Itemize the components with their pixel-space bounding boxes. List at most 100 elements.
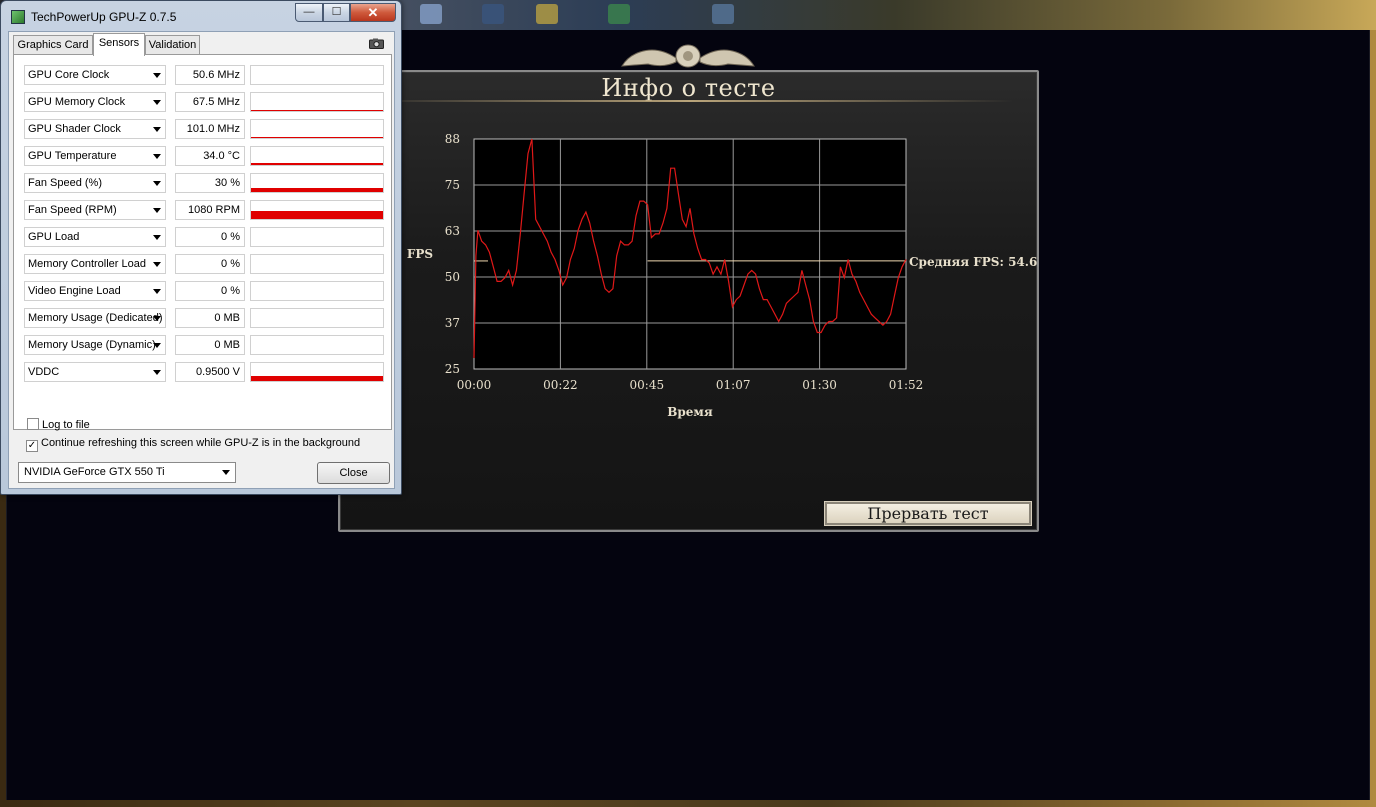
chevron-down-icon <box>153 316 161 321</box>
sensor-row: Fan Speed (RPM) 1080 RPM <box>20 200 388 220</box>
sensor-graph-fill <box>251 211 383 219</box>
minimize-icon: — <box>303 6 315 18</box>
sensor-row: GPU Shader Clock 101.0 MHz <box>20 119 388 139</box>
sensor-name: Fan Speed (RPM) <box>28 204 117 216</box>
ornament-icon <box>621 44 755 68</box>
sensor-name-dropdown[interactable]: Memory Controller Load <box>24 254 166 274</box>
gpuz-body: Graphics Card Sensors Validation GPU Cor… <box>8 31 395 489</box>
y-tick-label: 37 <box>445 316 460 330</box>
sensor-row: VDDC 0.9500 V <box>20 362 388 382</box>
sensor-name-dropdown[interactable]: GPU Shader Clock <box>24 119 166 139</box>
sensor-row: Fan Speed (%) 30 % <box>20 173 388 193</box>
close-button[interactable]: Close <box>317 462 390 484</box>
chevron-down-icon <box>153 262 161 267</box>
sensor-value: 1080 RPM <box>175 200 245 220</box>
continue-refreshing-checkbox[interactable]: ✓ Continue refreshing this screen while G… <box>26 437 360 452</box>
tab-sensors[interactable]: Sensors <box>93 33 145 56</box>
sensors-panel: GPU Core Clock 50.6 MHz GPU Memory Clock 67… <box>13 54 392 431</box>
sensor-row: Memory Usage (Dynamic) 0 MB <box>20 335 388 355</box>
sensor-value: 34.0 °C <box>175 146 245 166</box>
x-tick-label: 00:22 <box>543 378 578 392</box>
sensor-name: Video Engine Load <box>28 285 121 297</box>
sensor-name-dropdown[interactable]: Fan Speed (%) <box>24 173 166 193</box>
x-tick-label: 00:45 <box>630 378 665 392</box>
sensor-name: GPU Temperature <box>28 150 117 162</box>
sensor-name: GPU Core Clock <box>28 69 110 81</box>
sensor-value: 30 % <box>175 173 245 193</box>
sensor-graph <box>250 200 384 220</box>
desktop-icon[interactable] <box>608 4 630 24</box>
gpu-select-dropdown[interactable]: NVIDIA GeForce GTX 550 Ti <box>18 462 236 483</box>
sensor-name-dropdown[interactable]: VDDC <box>24 362 166 382</box>
sensor-value: 50.6 MHz <box>175 65 245 85</box>
sensor-name-dropdown[interactable]: GPU Memory Clock <box>24 92 166 112</box>
y-axis-label: FPS <box>407 247 433 261</box>
sensor-graph-fill <box>251 163 383 165</box>
continue-refreshing-label: Continue refreshing this screen while GP… <box>41 437 361 449</box>
desktop-icon[interactable] <box>536 4 558 24</box>
sensor-graph <box>250 65 384 85</box>
x-tick-label: 01:30 <box>802 378 837 392</box>
sensor-value: 0 % <box>175 227 245 247</box>
abort-test-button[interactable]: Прервать тест <box>824 501 1032 526</box>
y-tick-label: 25 <box>445 362 460 376</box>
sensor-graph <box>250 92 384 112</box>
close-icon: ✕ <box>367 5 379 20</box>
tab-graphics-card[interactable]: Graphics Card <box>13 35 93 55</box>
sensor-graph <box>250 227 384 247</box>
sensor-graph <box>250 362 384 382</box>
log-to-file-label: Log to file <box>42 419 90 431</box>
sensor-row: GPU Load 0 % <box>20 227 388 247</box>
maximize-icon: ☐ <box>331 6 342 18</box>
sensor-graph <box>250 146 384 166</box>
sensor-graph <box>250 335 384 355</box>
sensor-graph-fill <box>251 110 383 111</box>
desktop-icon[interactable] <box>420 4 442 24</box>
chevron-down-icon <box>222 470 230 475</box>
checkbox-box[interactable] <box>27 418 39 430</box>
chevron-down-icon <box>153 100 161 105</box>
sensor-name: GPU Memory Clock <box>28 96 126 108</box>
chevron-down-icon <box>153 370 161 375</box>
sensor-name: Fan Speed (%) <box>28 177 102 189</box>
desktop-icon[interactable] <box>712 4 734 24</box>
sensor-name-dropdown[interactable]: GPU Load <box>24 227 166 247</box>
sensor-graph-fill <box>251 188 383 192</box>
gpu-select-value: NVIDIA GeForce GTX 550 Ti <box>24 466 165 478</box>
x-axis-label: Время <box>667 405 713 419</box>
camera-icon[interactable] <box>369 38 384 49</box>
sensor-graph-fill <box>251 376 383 381</box>
sensor-name: VDDC <box>28 366 60 378</box>
y-tick-label: 75 <box>445 178 460 192</box>
y-tick-label: 50 <box>445 270 460 284</box>
chevron-down-icon <box>153 208 161 213</box>
maximize-button[interactable]: ☐ <box>323 3 350 22</box>
minimize-button[interactable]: — <box>295 3 323 22</box>
sensor-name-dropdown[interactable]: GPU Core Clock <box>24 65 166 85</box>
desktop-icon[interactable] <box>482 4 504 24</box>
sensor-value: 0 MB <box>175 308 245 328</box>
chevron-down-icon <box>153 154 161 159</box>
sensor-row: GPU Memory Clock 67.5 MHz <box>20 92 388 112</box>
sensor-name: Memory Controller Load <box>28 258 146 270</box>
chevron-down-icon <box>153 343 161 348</box>
chevron-down-icon <box>153 235 161 240</box>
window-close-button[interactable]: ✕ <box>350 3 396 22</box>
checkbox-checked[interactable]: ✓ <box>26 440 38 452</box>
average-fps-label: Средняя FPS: 54.6 <box>909 255 1037 269</box>
sensor-name-dropdown[interactable]: Fan Speed (RPM) <box>24 200 166 220</box>
sensor-name-dropdown[interactable]: Memory Usage (Dedicated) <box>24 308 166 328</box>
sensor-name-dropdown[interactable]: GPU Temperature <box>24 146 166 166</box>
title-bar[interactable]: TechPowerUp GPU-Z 0.7.5 — ☐ ✕ <box>1 1 401 31</box>
log-to-file-checkbox[interactable]: Log to file <box>27 418 90 431</box>
sensor-graph <box>250 173 384 193</box>
sensor-name-dropdown[interactable]: Video Engine Load <box>24 281 166 301</box>
chevron-down-icon <box>153 289 161 294</box>
y-tick-label: 63 <box>445 224 460 238</box>
sensor-value: 0 MB <box>175 335 245 355</box>
sensor-name-dropdown[interactable]: Memory Usage (Dynamic) <box>24 335 166 355</box>
gpuz-app-icon <box>11 10 25 24</box>
sensor-graph <box>250 281 384 301</box>
sensor-value: 0.9500 V <box>175 362 245 382</box>
tab-validation[interactable]: Validation <box>145 35 200 55</box>
